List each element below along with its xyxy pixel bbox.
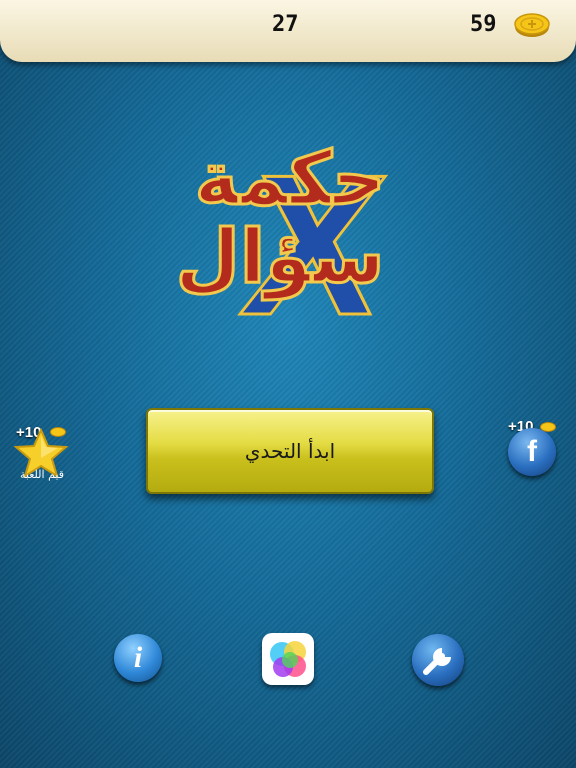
- start-challenge-button[interactable]: ابدأ التحدي: [146, 408, 434, 494]
- facebook-share-button[interactable]: f: [508, 428, 556, 476]
- game-logo: X حكمة سؤال: [174, 131, 399, 322]
- facebook-icon: f: [527, 435, 537, 468]
- top-bar: 27 59: [0, 0, 576, 62]
- coin-counter: 59: [470, 12, 497, 37]
- score-counter: 27: [272, 12, 299, 37]
- settings-button[interactable]: [412, 634, 464, 686]
- game-center-button[interactable]: [262, 633, 314, 685]
- info-icon: i: [133, 641, 143, 674]
- start-challenge-label: ابدأ التحدي: [244, 439, 336, 463]
- logo-line-2: سؤال: [176, 214, 385, 301]
- coin-icon: [514, 13, 550, 37]
- game-center-icon: [270, 641, 306, 677]
- rate-caption[interactable]: قيم اللعبة: [10, 468, 74, 481]
- info-button[interactable]: i: [114, 634, 162, 682]
- wrench-icon: [423, 648, 451, 675]
- logo-line-1: حكمة: [195, 136, 386, 222]
